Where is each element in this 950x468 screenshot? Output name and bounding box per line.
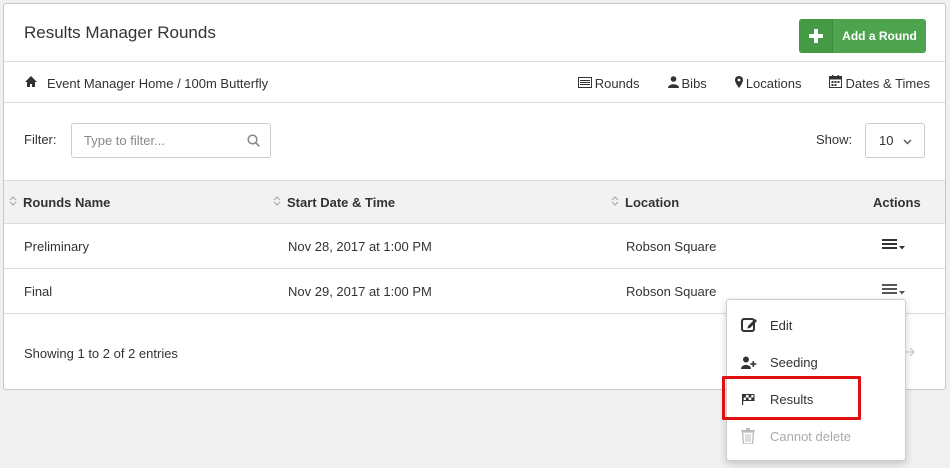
filter-field[interactable]	[71, 123, 271, 158]
sort-icon	[9, 195, 17, 210]
column-header-start-date[interactable]: Start Date & Time	[273, 195, 395, 210]
plus-icon	[799, 19, 833, 53]
menu-item-label: Seeding	[770, 354, 818, 370]
table-row: Preliminary Nov 28, 2017 at 1:00 PM Robs…	[4, 224, 945, 269]
map-marker-icon	[734, 75, 743, 91]
location: Robson Square	[626, 239, 717, 254]
nav-rounds[interactable]: Rounds	[577, 75, 640, 91]
chevron-down-icon	[903, 133, 912, 148]
start-date: Nov 29, 2017 at 1:00 PM	[288, 284, 432, 299]
caret-down-icon	[899, 238, 905, 253]
hamburger-icon	[882, 283, 898, 298]
nav-bibs[interactable]: Bibs	[667, 75, 707, 91]
menu-item-label: Edit	[770, 317, 793, 333]
menu-item-cannot-delete: Cannot delete	[727, 421, 905, 451]
trash-icon	[741, 428, 761, 444]
nav-dates-times[interactable]: Dates & Times	[829, 75, 930, 91]
page-size-select[interactable]: 10	[865, 123, 925, 158]
column-header-label: Location	[625, 195, 680, 210]
breadcrumb-text: Event Manager Home / 100m Butterfly	[47, 75, 269, 91]
page-title: Results Manager Rounds	[24, 23, 216, 42]
nav-locations[interactable]: Locations	[734, 75, 802, 91]
page-size-value: 10	[879, 133, 894, 148]
column-header-rounds-name[interactable]: Rounds Name	[9, 195, 110, 210]
pagination-summary: Showing 1 to 2 of 2 entries	[24, 346, 178, 361]
breadcrumb[interactable]: Event Manager Home / 100m Butterfly	[24, 75, 268, 91]
menu-item-label: Cannot delete	[770, 428, 851, 444]
edit-icon	[741, 317, 761, 333]
nav-rounds-label: Rounds	[594, 75, 640, 91]
home-icon	[24, 75, 38, 91]
menu-item-label: Results	[770, 391, 814, 407]
sort-icon	[273, 195, 281, 210]
start-date: Nov 28, 2017 at 1:00 PM	[288, 239, 432, 254]
add-round-label: Add a Round	[842, 29, 917, 43]
flag-checkered-icon	[741, 393, 761, 405]
column-header-label: Rounds Name	[23, 195, 111, 210]
user-icon	[667, 75, 679, 91]
column-header-label: Actions	[873, 195, 921, 210]
navbar: Event Manager Home / 100m Butterfly Roun…	[4, 61, 945, 103]
column-header-label: Start Date & Time	[287, 195, 396, 210]
user-plus-icon	[741, 356, 761, 369]
caret-down-icon	[899, 283, 905, 298]
location: Robson Square	[626, 284, 717, 299]
round-name: Preliminary	[24, 239, 90, 254]
row-actions-button[interactable]	[882, 283, 905, 298]
menu-item-edit[interactable]: Edit	[727, 310, 905, 340]
calendar-icon	[829, 75, 843, 91]
table-header: Rounds Name Start Date & Time Location A…	[4, 180, 945, 224]
row-actions-button[interactable]	[882, 238, 905, 253]
round-name: Final	[24, 284, 53, 299]
nav-dates-times-label: Dates & Times	[845, 75, 930, 91]
search-icon	[247, 134, 260, 150]
row-actions-menu: Edit Seeding Results Cannot delete	[726, 299, 906, 461]
menu-item-seeding[interactable]: Seeding	[727, 347, 905, 377]
nav-bibs-label: Bibs	[681, 75, 707, 91]
show-label: Show:	[816, 132, 853, 147]
column-header-actions: Actions	[873, 195, 921, 210]
filter-row: Filter: Show: 10	[4, 123, 945, 159]
sort-icon	[611, 195, 619, 210]
nav-locations-label: Locations	[745, 75, 802, 91]
list-icon	[577, 76, 592, 91]
menu-item-results[interactable]: Results	[727, 384, 905, 414]
panel-header: Results Manager Rounds Add a Round	[4, 4, 945, 61]
hamburger-icon	[882, 238, 898, 253]
column-header-location[interactable]: Location	[611, 195, 679, 210]
filter-label: Filter:	[24, 132, 57, 147]
filter-input[interactable]	[84, 124, 244, 157]
add-round-button[interactable]: Add a Round	[799, 19, 926, 53]
